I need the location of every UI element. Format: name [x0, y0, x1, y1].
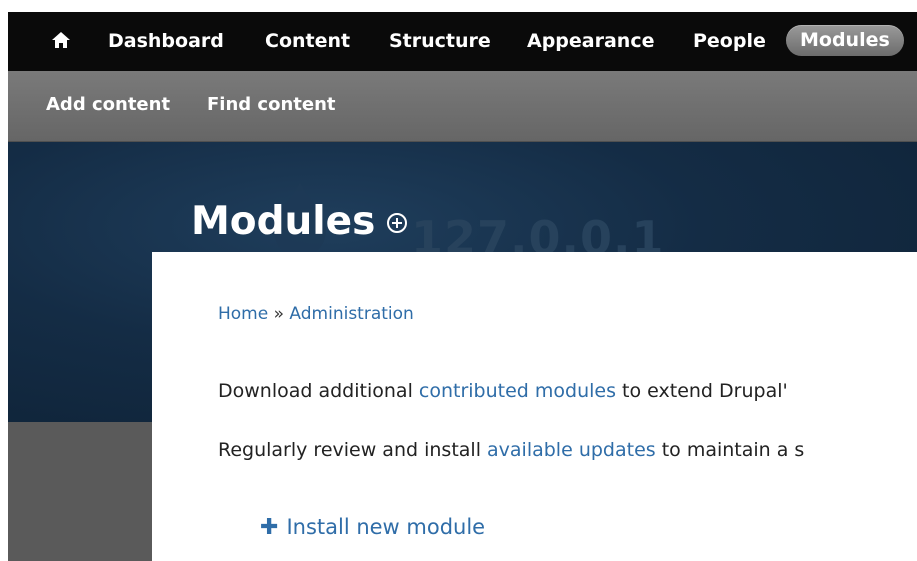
shortcut-find-content[interactable]: Find content — [207, 93, 336, 117]
available-updates-link[interactable]: available updates — [487, 439, 656, 461]
toolbar-item-appearance[interactable]: Appearance — [527, 28, 654, 54]
home-icon[interactable] — [51, 30, 71, 50]
shortcut-bar: Add content Find content — [8, 71, 917, 142]
toolbar-item-dashboard[interactable]: Dashboard — [108, 28, 224, 54]
help-text: Download additional — [218, 380, 419, 402]
toolbar-item-modules[interactable]: Modules — [786, 25, 904, 56]
admin-toolbar: Dashboard Content Structure Appearance P… — [8, 12, 917, 71]
content-panel: Home » Administration Download additiona… — [152, 252, 917, 561]
breadcrumb: Home » Administration — [218, 302, 414, 326]
breadcrumb-separator: » — [268, 304, 290, 324]
help-text: to extend Drupal' — [616, 380, 788, 402]
install-new-module-link[interactable]: ✚ Install new module — [260, 513, 485, 542]
add-to-shortcuts-icon[interactable] — [386, 212, 408, 234]
help-text-updates: Regularly review and install available u… — [218, 437, 804, 463]
toolbar-item-structure[interactable]: Structure — [389, 28, 491, 54]
toolbar-item-content[interactable]: Content — [265, 28, 350, 54]
plus-icon: ✚ — [260, 515, 279, 540]
toolbar-item-people[interactable]: People — [693, 28, 766, 54]
help-text: Regularly review and install — [218, 439, 488, 461]
help-text-contributed: Download additional contributed modules … — [218, 378, 788, 404]
admin-frame: Dashboard Content Structure Appearance P… — [8, 12, 917, 561]
contributed-modules-link[interactable]: contributed modules — [419, 380, 616, 402]
install-new-module-label: Install new module — [286, 515, 486, 539]
page-title: Modules — [191, 199, 376, 244]
shortcut-add-content[interactable]: Add content — [46, 93, 170, 117]
help-text: to maintain a s — [655, 439, 805, 461]
breadcrumb-home-link[interactable]: Home — [218, 304, 268, 324]
breadcrumb-administration-link[interactable]: Administration — [289, 304, 413, 324]
